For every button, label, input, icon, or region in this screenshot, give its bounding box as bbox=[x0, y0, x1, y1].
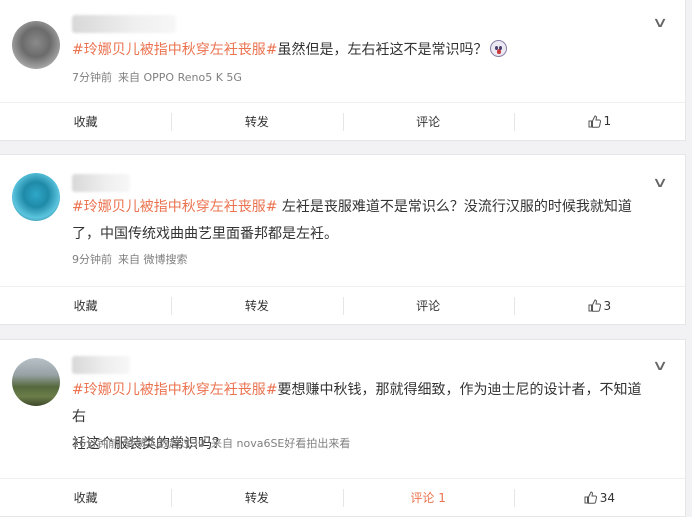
comment-card: ∨ #玲娜贝儿被指中秋穿左衽丧服# 左衽是丧服难道不是常识么？没流行汉服的时候我… bbox=[0, 154, 686, 325]
like-button[interactable]: 3 bbox=[513, 287, 685, 324]
thumbs-up-icon bbox=[588, 299, 601, 312]
comment-body-cont: 了，中国传统戏曲曲艺里面番邦都是左衽。 bbox=[72, 226, 338, 242]
chevron-down-icon[interactable]: ∨ bbox=[652, 15, 668, 31]
comment-button[interactable]: 评论 bbox=[342, 103, 514, 139]
comment-button[interactable]: 评论 1 bbox=[342, 479, 514, 516]
comment-card: ∨ #玲娜贝儿被指中秋穿左衽丧服#虽然但是，左右衽这不是常识吗？ 7分钟前 来自 … bbox=[0, 0, 686, 141]
username-blurred[interactable] bbox=[72, 174, 130, 192]
favorite-button[interactable]: 收藏 bbox=[0, 287, 171, 324]
repost-like-note: 转赞人数超过30 bbox=[125, 437, 205, 450]
comment-body: 虽然但是，左右衽这不是常识吗？ bbox=[277, 42, 488, 58]
comment-button[interactable]: 评论 bbox=[342, 287, 514, 324]
repost-button[interactable]: 转发 bbox=[171, 287, 342, 324]
chevron-down-icon[interactable]: ∨ bbox=[652, 358, 668, 374]
action-bar: 收藏 转发 评论 1 34 bbox=[0, 478, 685, 516]
repost-button[interactable]: 转发 bbox=[171, 479, 342, 516]
comment-text: #玲娜贝儿被指中秋穿左衽丧服# 左衽是丧服难道不是常识么？没流行汉服的时候我就知… bbox=[72, 194, 655, 248]
chevron-down-icon[interactable]: ∨ bbox=[652, 175, 668, 191]
avatar[interactable] bbox=[12, 21, 60, 69]
like-button[interactable]: 1 bbox=[513, 103, 685, 139]
topic-link[interactable]: #玲娜贝儿被指中秋穿左衽丧服# bbox=[72, 199, 277, 215]
source: 来自 OPPO Reno5 K 5G bbox=[118, 71, 242, 84]
favorite-button[interactable]: 收藏 bbox=[0, 479, 171, 516]
comment-card: ∨ #玲娜贝儿被指中秋穿左衽丧服#要想赚中秋钱，那就得细致，作为迪士尼的设计者，… bbox=[0, 339, 686, 517]
like-count: 3 bbox=[603, 298, 612, 313]
source: 来自 微博搜索 bbox=[118, 253, 188, 266]
comment-body: 左衽是丧服难道不是常识么？没流行汉服的时候我就知道 bbox=[277, 199, 632, 215]
username-blurred[interactable] bbox=[72, 15, 176, 33]
action-bar: 收藏 转发 评论 3 bbox=[0, 286, 685, 324]
thumbs-up-icon bbox=[588, 114, 601, 128]
topic-link[interactable]: #玲娜贝儿被指中秋穿左衽丧服# bbox=[72, 382, 277, 398]
comment-meta: 16分钟前 转赞人数超过30 来自 nova6SE好看拍出来看 bbox=[72, 435, 356, 451]
like-count: 1 bbox=[603, 114, 612, 128]
source: 来自 nova6SE好看拍出来看 bbox=[211, 437, 351, 450]
username-blurred[interactable] bbox=[72, 356, 130, 374]
timestamp[interactable]: 9分钟前 bbox=[72, 253, 112, 266]
comment-meta: 7分钟前 来自 OPPO Reno5 K 5G bbox=[72, 69, 248, 85]
timestamp[interactable]: 7分钟前 bbox=[72, 71, 112, 84]
thumbs-up-icon bbox=[584, 491, 597, 504]
like-button[interactable]: 34 bbox=[513, 479, 685, 516]
topic-link[interactable]: #玲娜贝儿被指中秋穿左衽丧服# bbox=[72, 42, 277, 58]
avatar[interactable] bbox=[12, 358, 60, 406]
repost-button[interactable]: 转发 bbox=[171, 103, 342, 139]
shocked-face-emoji-icon bbox=[490, 40, 508, 57]
avatar[interactable] bbox=[12, 173, 60, 221]
timestamp[interactable]: 16分钟前 bbox=[72, 437, 119, 450]
comment-text: #玲娜贝儿被指中秋穿左衽丧服#虽然但是，左右衽这不是常识吗？ bbox=[72, 37, 655, 64]
action-bar: 收藏 转发 评论 1 bbox=[0, 102, 685, 139]
comment-meta: 9分钟前 来自 微博搜索 bbox=[72, 251, 194, 267]
favorite-button[interactable]: 收藏 bbox=[0, 103, 171, 139]
like-count: 34 bbox=[599, 490, 616, 505]
